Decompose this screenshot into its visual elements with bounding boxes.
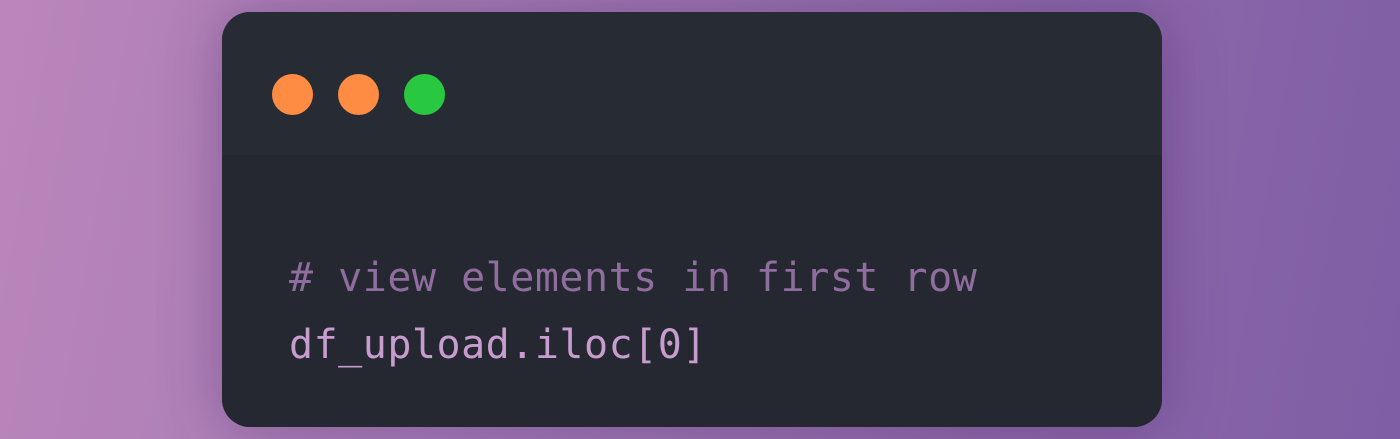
window-titlebar <box>222 12 1162 156</box>
maximize-dot-icon[interactable] <box>404 74 445 115</box>
code-statement: df_upload.iloc[0] <box>289 322 707 368</box>
close-dot-icon[interactable] <box>272 74 313 115</box>
code-block: # view elements in first row df_upload.i… <box>222 155 1162 427</box>
code-comment: # view elements in first row <box>289 255 978 301</box>
code-window: # view elements in first row df_upload.i… <box>222 12 1162 427</box>
minimize-dot-icon[interactable] <box>338 74 379 115</box>
